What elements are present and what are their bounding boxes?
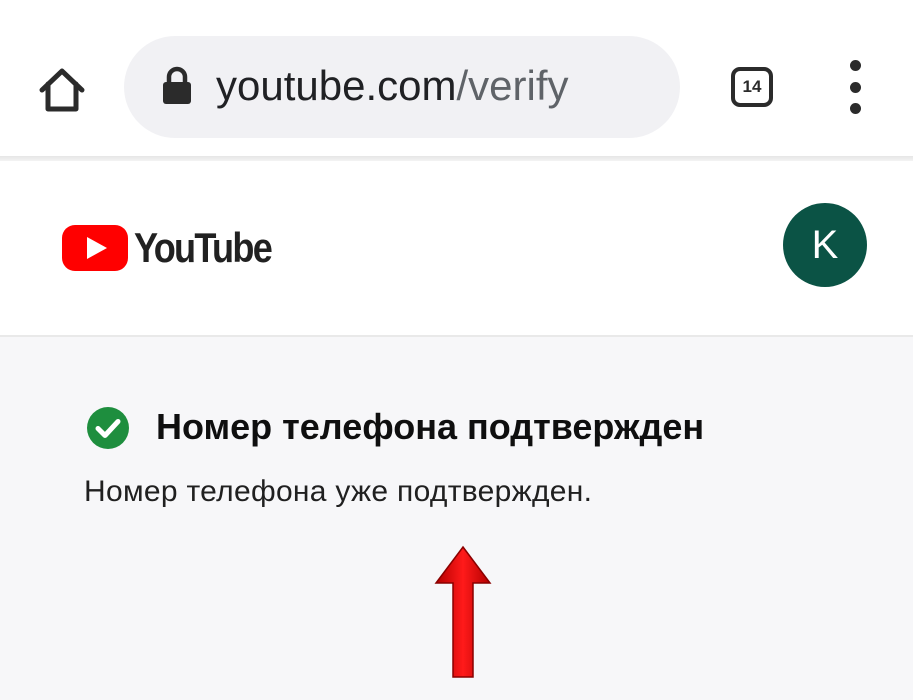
browser-toolbar: youtube.com/verify 14 — [0, 0, 913, 158]
verification-panel: Номер телефона подтвержден Номер телефон… — [0, 337, 913, 700]
red-arrow-up-icon — [434, 545, 492, 678]
youtube-play-icon — [62, 225, 128, 271]
url-domain: youtube.com — [216, 62, 457, 109]
page-title: Номер телефона подтвержден — [156, 406, 705, 447]
home-button[interactable] — [34, 62, 90, 118]
lock-icon[interactable] — [160, 66, 194, 106]
check-circle-icon — [87, 407, 129, 449]
status-message: Номер телефона уже подтвержден. — [84, 475, 593, 508]
home-icon — [39, 68, 85, 112]
menu-dot — [849, 81, 861, 93]
site-header: YouTube K — [0, 161, 913, 335]
menu-dot — [849, 60, 861, 71]
menu-dot — [849, 103, 861, 114]
logo-wordmark: YouTube — [134, 224, 273, 271]
url-text[interactable]: youtube.com/verify — [216, 58, 569, 114]
avatar[interactable]: K — [783, 203, 867, 287]
youtube-logo[interactable]: YouTube — [62, 222, 293, 274]
tabs-button[interactable]: 14 — [726, 62, 778, 112]
tab-count: 14 — [742, 77, 762, 96]
url-path: /verify — [456, 62, 569, 109]
address-bar[interactable]: youtube.com/verify — [124, 36, 680, 138]
more-vert-icon[interactable] — [836, 60, 874, 114]
tabs-icon: 14 — [731, 67, 773, 107]
avatar-letter: K — [811, 222, 839, 267]
